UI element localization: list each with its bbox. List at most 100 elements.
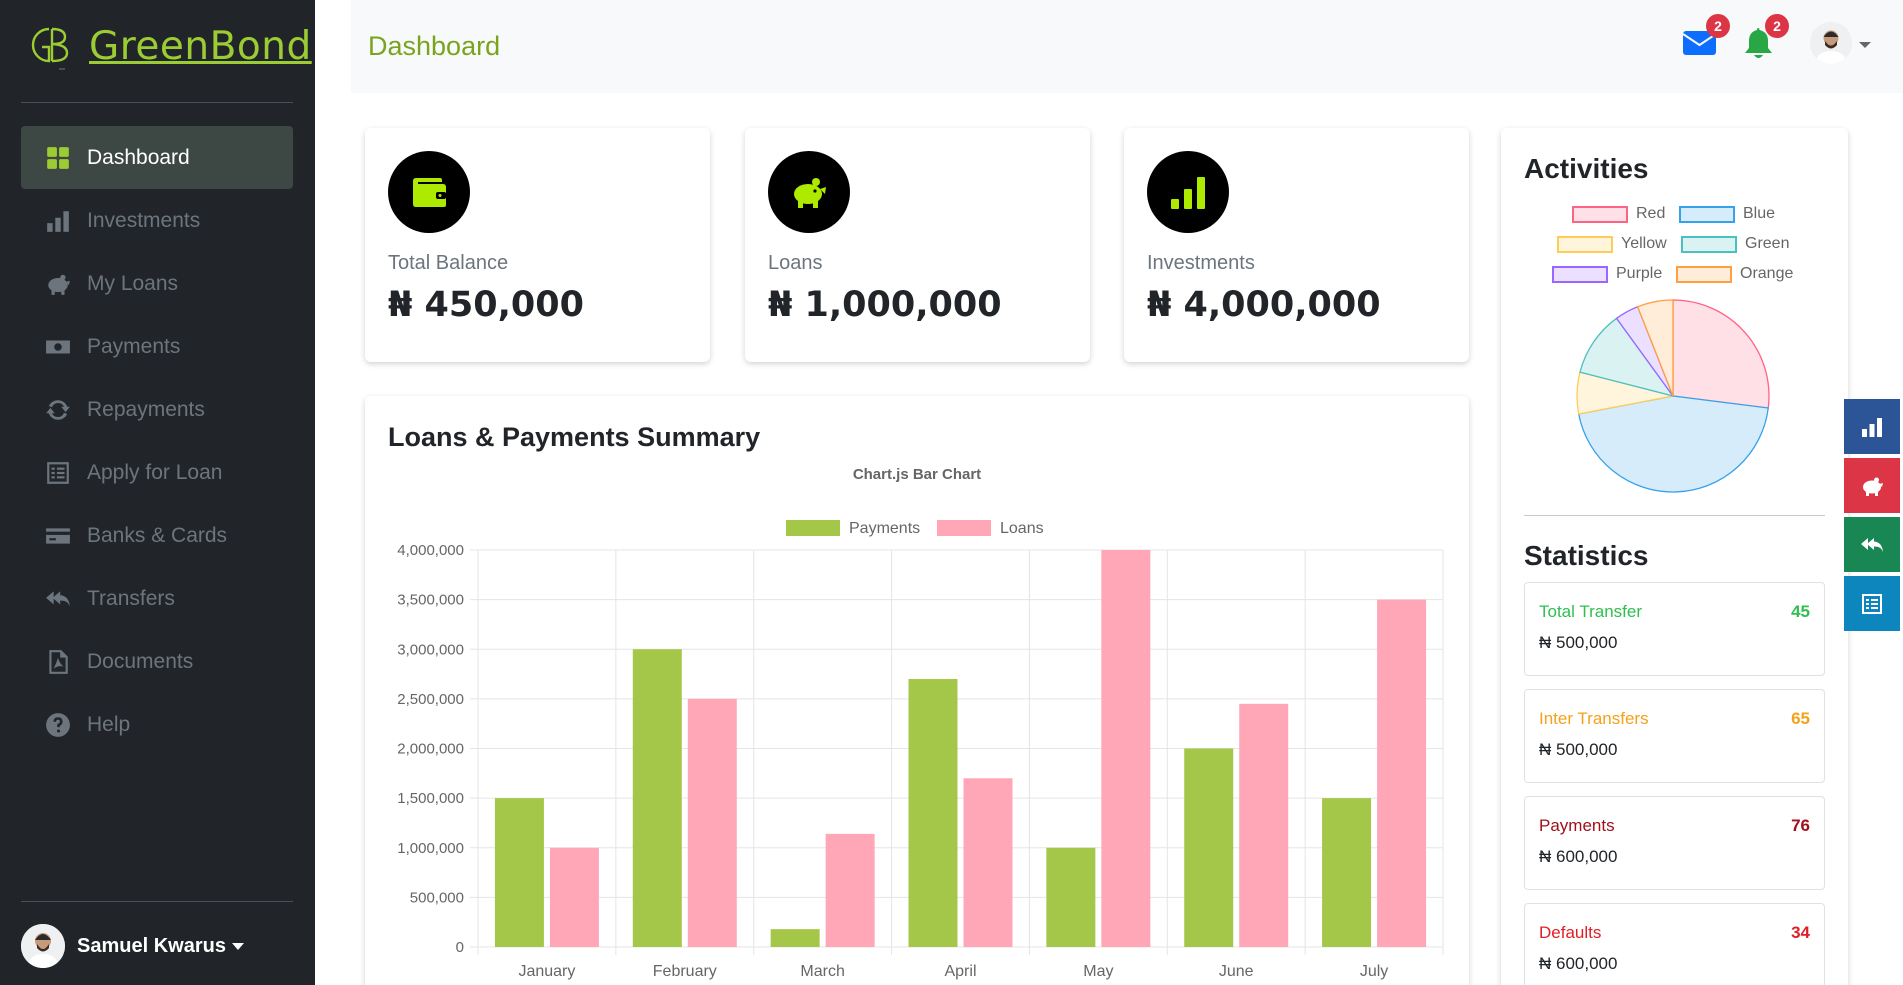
floating-transfers-button[interactable]: [1844, 517, 1900, 572]
x-tick-label: March: [800, 963, 844, 980]
sidebar-item-dashboard[interactable]: Dashboard: [21, 126, 293, 189]
y-tick-label: 2,000,000: [397, 741, 464, 758]
bar-payments: [632, 649, 682, 947]
sidebar-item-help[interactable]: Help: [21, 693, 293, 756]
legend-item[interactable]: Orange: [1676, 265, 1793, 283]
avatar[interactable]: [21, 924, 65, 968]
bar-chart: Chart.js Bar Chart Payments Loans 0 500,000 1…: [397, 466, 1444, 980]
statistic-label: Total Transfer: [1539, 602, 1642, 621]
legend-swatch: [1679, 205, 1735, 223]
legend-label: Blue: [1743, 205, 1776, 222]
statistic-label: Inter Transfers: [1539, 709, 1649, 728]
sidebar-item-transfers[interactable]: Transfers: [21, 567, 293, 630]
y-tick-label: 1,500,000: [397, 790, 464, 807]
legend-swatch: [1676, 265, 1732, 283]
sidebar-item-label: Help: [87, 712, 131, 736]
bar-loans: [825, 833, 875, 947]
form-icon: [44, 459, 72, 487]
legend-item[interactable]: Red: [1572, 205, 1665, 223]
stat-value: ₦ 4,000,000: [1147, 285, 1381, 325]
summary-title: Loans & Payments Summary: [388, 422, 761, 452]
sidebar-item-label: Investments: [87, 208, 201, 232]
brand-logo-icon: [31, 27, 69, 70]
legend-label: Payments: [849, 520, 920, 537]
statistics-title: Statistics: [1524, 540, 1649, 571]
bar-payments: [770, 929, 820, 947]
sidebar-item-investments[interactable]: Investments: [21, 189, 293, 252]
legend-label: Green: [1745, 235, 1790, 252]
sidebar-item-apply-for-loan[interactable]: Apply for Loan: [21, 441, 293, 504]
statistic-label: Defaults: [1539, 923, 1602, 942]
floating-loans-button[interactable]: [1844, 458, 1900, 513]
sidebar-item-label: Dashboard: [87, 145, 190, 169]
sidebar-item-documents[interactable]: Documents: [21, 630, 293, 693]
sidebar-item-repayments[interactable]: Repayments: [21, 378, 293, 441]
piggy-bank-icon: [768, 151, 850, 233]
grid-icon: [44, 144, 72, 172]
topbar: Dashboard 2 2: [351, 0, 1903, 93]
pie-chart: [1576, 299, 1770, 493]
mail-button[interactable]: 2: [1682, 14, 1730, 60]
avatar[interactable]: [1810, 22, 1852, 64]
y-tick-label: 3,000,000: [397, 641, 464, 658]
floating-investments-button[interactable]: [1844, 399, 1900, 454]
x-tick-label: April: [944, 963, 976, 980]
bar-loans: [549, 847, 599, 947]
notification-badge: 2: [1765, 14, 1789, 38]
y-tick-label: 2,500,000: [397, 691, 464, 708]
bar-loans: [687, 698, 737, 947]
bar-loans: [1239, 703, 1289, 947]
statistic-count: 34: [1791, 923, 1810, 942]
sidebar-item-label: Repayments: [87, 397, 205, 421]
legend-item[interactable]: Purple: [1552, 265, 1662, 283]
y-tick-label: 0: [456, 939, 464, 956]
notifications-button[interactable]: 2: [1741, 14, 1789, 60]
user-name[interactable]: Samuel Kwarus: [77, 935, 226, 958]
form-icon: [1862, 593, 1882, 614]
pie-slice-red: [1672, 299, 1770, 409]
section-divider: [1524, 515, 1825, 516]
legend-swatch: [1681, 235, 1737, 253]
caret-down-icon[interactable]: [231, 942, 244, 950]
legend-item[interactable]: Blue: [1679, 205, 1775, 223]
legend-label: Orange: [1740, 265, 1794, 282]
bar-payments: [908, 679, 958, 947]
stat-card-loans: Loans ₦ 1,000,000: [745, 128, 1090, 362]
legend-item[interactable]: Yellow: [1557, 235, 1667, 253]
stat-value: ₦ 450,000: [388, 285, 584, 325]
y-tick-label: 4,000,000: [397, 542, 464, 559]
x-tick-label: February: [653, 963, 717, 980]
sidebar-item-label: Documents: [87, 649, 194, 673]
sidebar-item-label: Transfers: [87, 586, 175, 610]
brand-name[interactable]: GreenBond: [89, 24, 312, 69]
sidebar-item-label: Apply for Loan: [87, 460, 223, 484]
statistic-count: 65: [1791, 709, 1810, 728]
statistic-row-payments[interactable]: Payments 76 ₦ 600,000: [1524, 796, 1825, 890]
sidebar-item-banks-cards[interactable]: Banks & Cards: [21, 504, 293, 567]
sidebar-item-payments[interactable]: Payments: [21, 315, 293, 378]
caret-down-icon[interactable]: [1859, 42, 1871, 48]
statistic-row-defaults[interactable]: Defaults 34 ₦ 600,000: [1524, 903, 1825, 985]
x-tick-label: July: [1360, 963, 1388, 980]
bar-payments: [494, 798, 544, 947]
legend-swatch: [786, 520, 840, 536]
bar-payments: [1184, 748, 1234, 947]
brand[interactable]: GreenBond: [25, 18, 312, 74]
reply-all-icon: [1861, 537, 1883, 552]
legend-swatch: [1552, 265, 1608, 283]
legend-swatch: [937, 520, 991, 536]
statistic-row-total-transfer[interactable]: Total Transfer 45 ₦ 500,000: [1524, 582, 1825, 676]
legend-label: Loans: [1000, 520, 1044, 537]
legend-item[interactable]: Green: [1681, 235, 1789, 253]
legend-swatch: [1557, 235, 1613, 253]
floating-apply-button[interactable]: [1844, 576, 1900, 631]
legend-swatch: [1572, 205, 1628, 223]
user-menu[interactable]: Samuel Kwarus: [21, 924, 244, 968]
chart-title: Chart.js Bar Chart: [853, 466, 981, 483]
statistic-amount: ₦ 600,000: [1539, 847, 1618, 866]
stat-card-total-balance: Total Balance ₦ 450,000: [365, 128, 710, 362]
legend-label: Purple: [1616, 265, 1663, 282]
sidebar-item-my-loans[interactable]: My Loans: [21, 252, 293, 315]
statistic-row-inter-transfers[interactable]: Inter Transfers 65 ₦ 500,000: [1524, 689, 1825, 783]
statistic-count: 76: [1791, 816, 1810, 835]
